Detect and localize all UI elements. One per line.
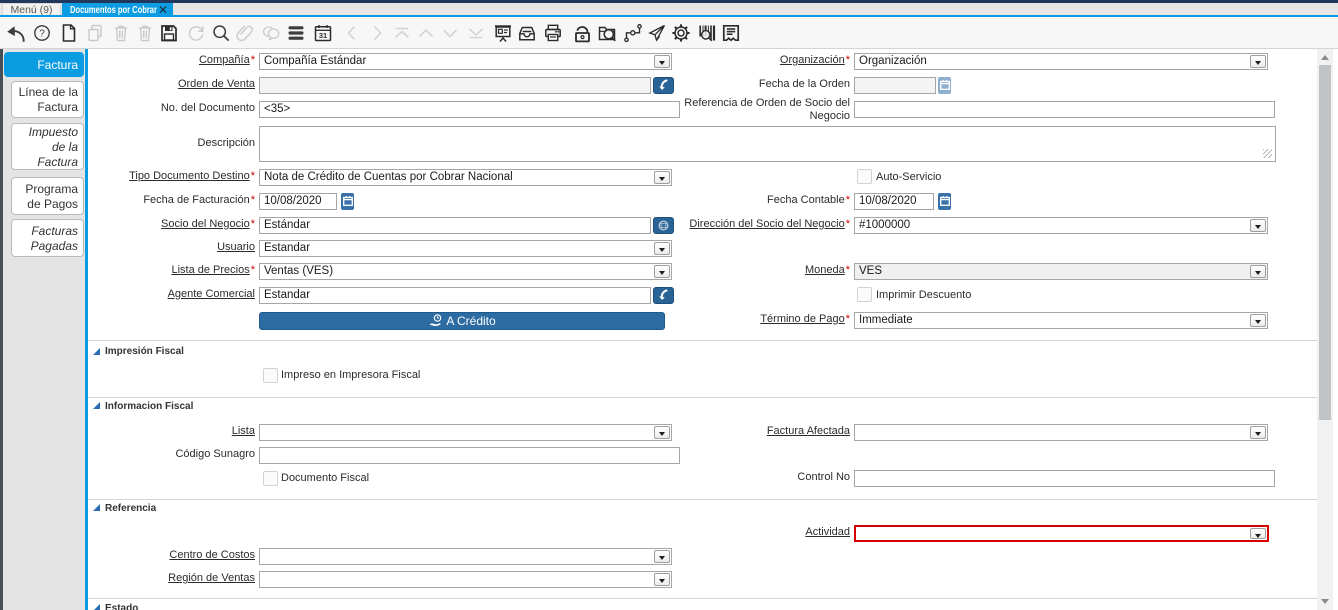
svg-text:?: ? [39, 29, 45, 40]
svg-text:31: 31 [319, 31, 327, 40]
